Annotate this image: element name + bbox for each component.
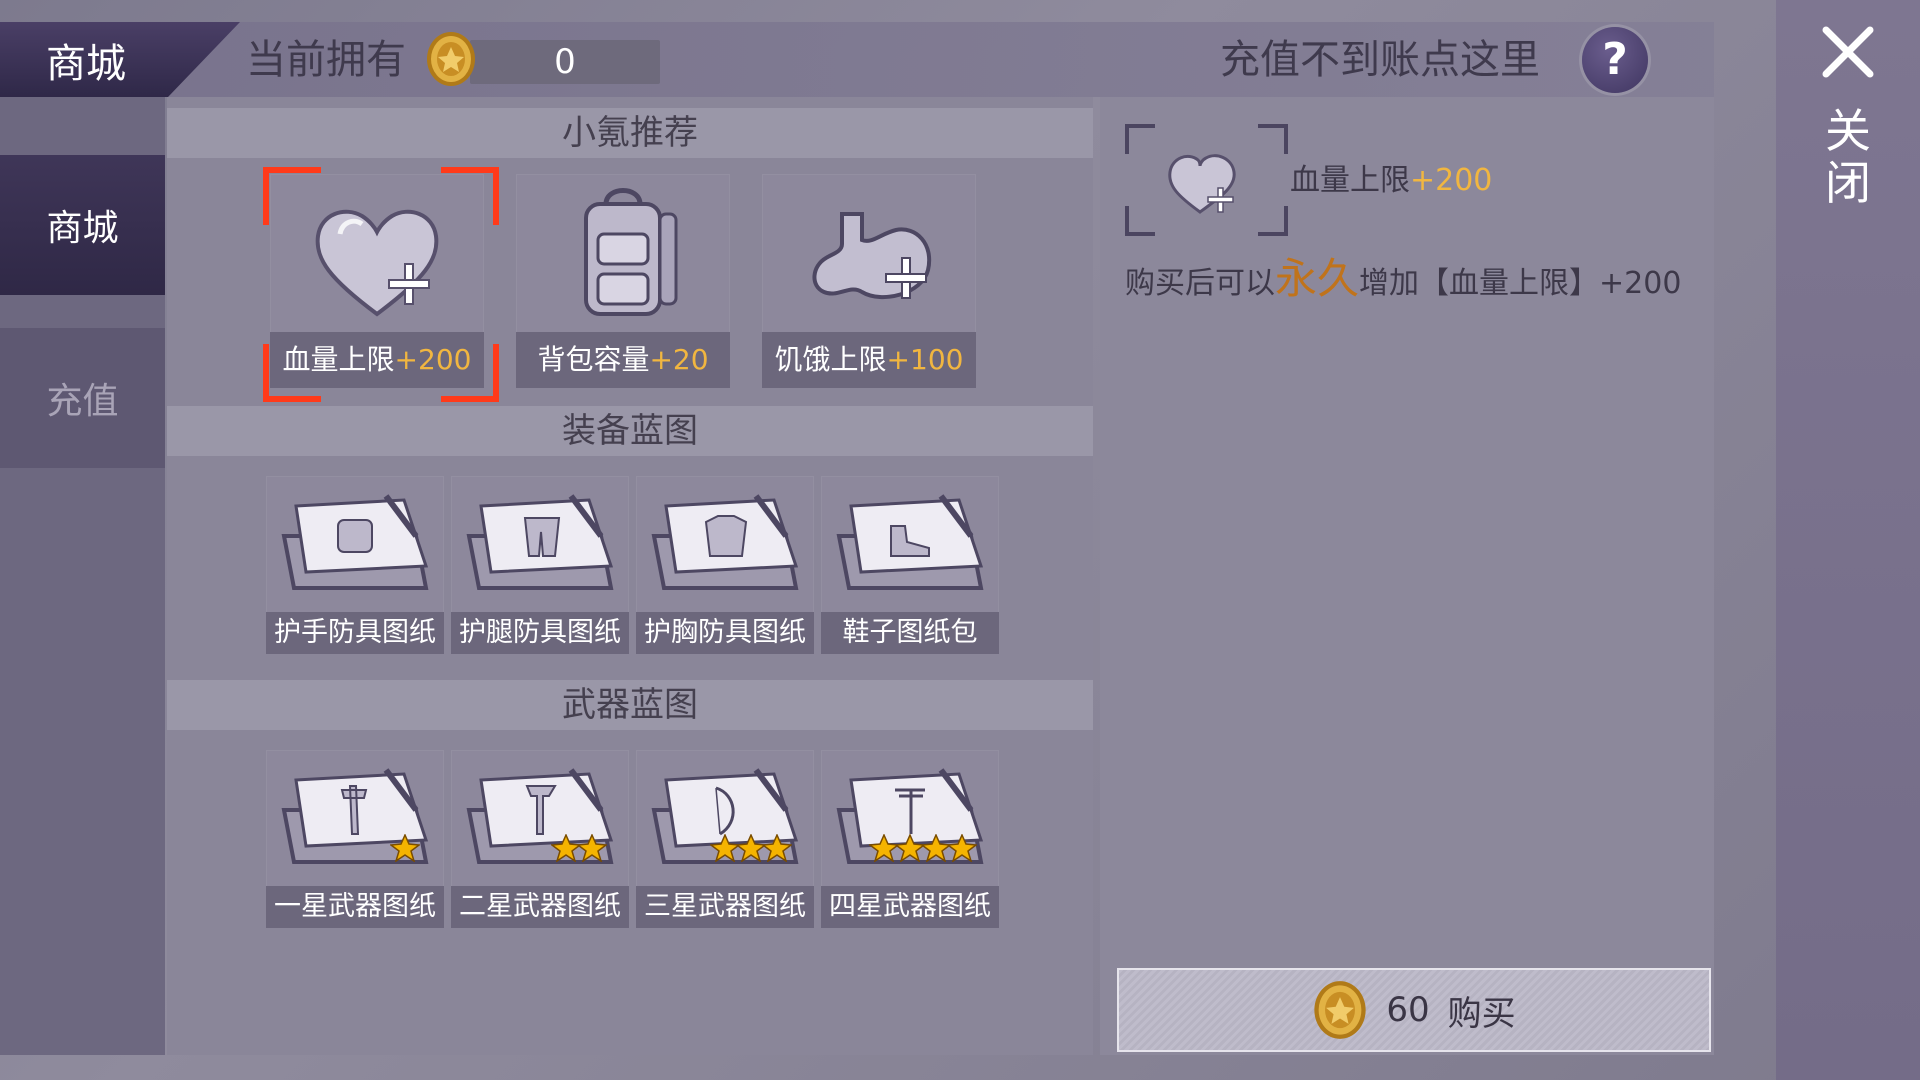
- sidebar-item-shop[interactable]: 商城: [0, 155, 165, 295]
- star-icon: [577, 834, 607, 862]
- item-label: 背包容量+20: [516, 332, 730, 388]
- item-label: 二星武器图纸: [451, 886, 629, 928]
- shop-item-shoes-blueprint[interactable]: 鞋子图纸包: [821, 476, 999, 654]
- shop-item-bag-capacity[interactable]: 背包容量+20: [516, 174, 730, 388]
- selection-corner: [441, 167, 499, 225]
- blueprint-toolbox-icon: [836, 494, 984, 590]
- buy-price: 60: [1386, 990, 1430, 1030]
- close-icon[interactable]: [1818, 22, 1878, 82]
- item-label: 四星武器图纸: [821, 886, 999, 928]
- shop-item-3star-weapon-blueprint[interactable]: 三星武器图纸: [636, 750, 814, 928]
- shop-item-gauntlet-blueprint[interactable]: 护手防具图纸: [266, 476, 444, 654]
- blueprint-toolbox-icon: [281, 768, 429, 864]
- star-icon: [390, 834, 420, 862]
- currency-label: 当前拥有: [246, 37, 406, 83]
- buy-button[interactable]: 60 购买: [1117, 968, 1711, 1052]
- star-icon: [762, 834, 792, 862]
- coin-icon: [1314, 981, 1367, 1039]
- item-label: 护腿防具图纸: [451, 612, 629, 654]
- detail-description: 购买后可以永久增加【血量上限】+200: [1125, 254, 1682, 303]
- section-title-equipment: 装备蓝图: [167, 406, 1093, 456]
- coin-icon: [427, 32, 475, 86]
- backpack-icon: [584, 188, 678, 316]
- star-icon: [947, 834, 977, 862]
- blueprint-toolbox-icon: [836, 768, 984, 864]
- selection-corner: [263, 344, 321, 402]
- coin-balance: 0: [470, 40, 660, 84]
- shop-item-4star-weapon-blueprint[interactable]: 四星武器图纸: [821, 750, 999, 928]
- shop-item-1star-weapon-blueprint[interactable]: 一星武器图纸: [266, 750, 444, 928]
- item-label: 护胸防具图纸: [636, 612, 814, 654]
- item-label: 饥饿上限+100: [762, 332, 976, 388]
- shop-item-hunger-limit[interactable]: 饥饿上限+100: [762, 174, 976, 388]
- shop-item-leg-armor-blueprint[interactable]: 护腿防具图纸: [451, 476, 629, 654]
- heart-plus-icon: [1168, 154, 1236, 214]
- detail-icon-frame: [1258, 206, 1288, 236]
- item-label: 三星武器图纸: [636, 886, 814, 928]
- buy-label: 购买: [1447, 993, 1516, 1034]
- shop-item-2star-weapon-blueprint[interactable]: 二星武器图纸: [451, 750, 629, 928]
- help-button[interactable]: ?: [1582, 27, 1648, 93]
- detail-icon-frame: [1125, 206, 1155, 236]
- selection-corner: [441, 344, 499, 402]
- blueprint-toolbox-icon: [651, 494, 799, 590]
- item-label: 一星武器图纸: [266, 886, 444, 928]
- shop-item-chest-armor-blueprint[interactable]: 护胸防具图纸: [636, 476, 814, 654]
- sidebar-item-recharge[interactable]: 充值: [0, 328, 165, 468]
- stomach-plus-icon: [812, 212, 932, 300]
- section-title-recommend: 小氪推荐: [167, 108, 1093, 158]
- close-label[interactable]: 关闭: [1820, 105, 1876, 209]
- blueprint-toolbox-icon: [281, 494, 429, 590]
- recharge-issue-link[interactable]: 充值不到账点这里: [1220, 30, 1540, 90]
- blueprint-toolbox-icon: [466, 494, 614, 590]
- blueprint-toolbox-icon: [651, 768, 799, 864]
- selection-corner: [263, 167, 321, 225]
- detail-item-name: 血量上限+200: [1290, 163, 1493, 198]
- item-label: 护手防具图纸: [266, 612, 444, 654]
- item-label: 鞋子图纸包: [821, 612, 999, 654]
- section-title-weapons: 武器蓝图: [167, 680, 1093, 730]
- detail-icon-frame: [1125, 124, 1155, 154]
- item-detail-panel: [1100, 97, 1714, 1055]
- blueprint-toolbox-icon: [466, 768, 614, 864]
- detail-icon-frame: [1258, 124, 1288, 154]
